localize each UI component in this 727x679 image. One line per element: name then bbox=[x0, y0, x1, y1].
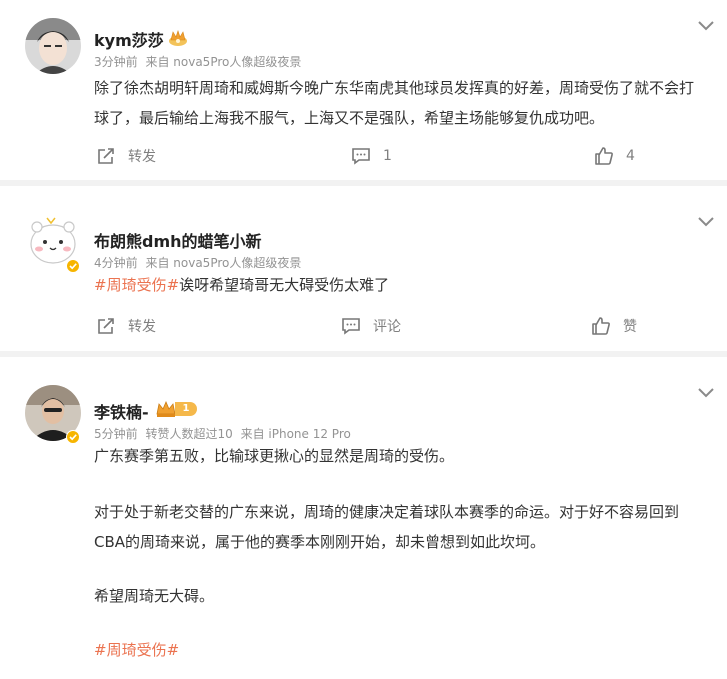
topic-tag[interactable]: #周琦受伤# bbox=[94, 276, 179, 294]
repost-icon bbox=[98, 148, 114, 164]
verified-badge-icon bbox=[66, 429, 80, 448]
repost-label: 转发 bbox=[128, 319, 156, 335]
repost-icon bbox=[98, 318, 114, 334]
post-paragraph: 对于处于新老交替的广东来说，周琦的健康决定着球队本赛季的命运。对于好不容易回到C… bbox=[94, 503, 680, 551]
comment-icon bbox=[342, 318, 360, 335]
post-meta: 3分钟前 来自 nova5Pro人像超级夜景 bbox=[94, 53, 301, 70]
username[interactable]: 布朗熊dmh的蜡笔小新 bbox=[94, 228, 262, 252]
post-meta: 5分钟前 转赞人数超过10 来自 iPhone 12 Pro bbox=[94, 425, 351, 442]
thumbs-up-icon bbox=[592, 317, 610, 335]
vip-level-badge[interactable]: 1 bbox=[155, 400, 197, 418]
vip-crown-icon[interactable] bbox=[168, 29, 188, 51]
post-body: 诶呀希望琦哥无大碍受伤太难了 bbox=[179, 276, 390, 294]
comment-button[interactable]: 评论 bbox=[341, 316, 401, 336]
avatar[interactable] bbox=[25, 18, 81, 74]
repost-info: 转赞人数超过10 bbox=[145, 427, 233, 441]
post-time[interactable]: 3分钟前 bbox=[94, 55, 138, 69]
comment-count: 1 bbox=[383, 148, 392, 164]
like-button[interactable]: 4 bbox=[594, 146, 635, 166]
vip-level: 1 bbox=[175, 402, 197, 416]
like-label: 赞 bbox=[623, 319, 637, 335]
verified-badge-icon bbox=[66, 258, 80, 277]
comment-button[interactable]: 1 bbox=[351, 146, 392, 166]
like-count: 4 bbox=[626, 148, 635, 164]
chevron-down-icon[interactable] bbox=[697, 384, 715, 398]
post-source: 来自 iPhone 12 Pro bbox=[240, 427, 351, 441]
post-meta: 4分钟前 来自 nova5Pro人像超级夜景 bbox=[94, 254, 301, 271]
like-button[interactable]: 赞 bbox=[591, 316, 637, 336]
chevron-down-icon[interactable] bbox=[697, 213, 715, 227]
repost-button[interactable]: 转发 bbox=[96, 316, 156, 336]
post-card: kym莎莎 3分钟前 来自 nova5Pro人像超级夜景 除了徐杰胡明轩周琦和威… bbox=[0, 0, 727, 180]
post-paragraph: 广东赛季第五败，比输球更揪心的显然是周琦的受伤。 bbox=[94, 447, 455, 465]
post-card: 李铁楠- 1 5分钟前 转赞人数超过10 来自 iPhone 12 Pro 广东… bbox=[0, 357, 727, 679]
topic-tag[interactable]: #周琦受伤# bbox=[94, 641, 179, 659]
username[interactable]: 李铁楠- bbox=[94, 399, 149, 423]
post-source: 来自 nova5Pro人像超级夜景 bbox=[145, 55, 302, 69]
comment-label: 评论 bbox=[373, 319, 401, 335]
post-card: 布朗熊dmh的蜡笔小新 4分钟前 来自 nova5Pro人像超级夜景 #周琦受伤… bbox=[0, 186, 727, 351]
chevron-down-icon[interactable] bbox=[697, 17, 715, 31]
post-time[interactable]: 4分钟前 bbox=[94, 256, 138, 270]
post-text: #周琦受伤#诶呀希望琦哥无大碍受伤太难了 bbox=[94, 270, 707, 300]
repost-button[interactable]: 转发 bbox=[96, 146, 156, 166]
post-text: 除了徐杰胡明轩周琦和威姆斯今晚广东华南虎其他球员发挥真的好差，周琦受伤了就不会打… bbox=[94, 79, 695, 127]
repost-label: 转发 bbox=[128, 149, 156, 165]
username[interactable]: kym莎莎 bbox=[94, 27, 164, 51]
post-source: 来自 nova5Pro人像超级夜景 bbox=[145, 256, 302, 270]
crown-icon bbox=[156, 400, 176, 417]
post-paragraph: 希望周琦无大碍。 bbox=[94, 587, 215, 605]
comment-icon bbox=[352, 148, 370, 165]
post-time[interactable]: 5分钟前 bbox=[94, 427, 138, 441]
thumbs-up-icon bbox=[595, 147, 613, 165]
post-tag-line: #周琦受伤# bbox=[94, 635, 707, 665]
